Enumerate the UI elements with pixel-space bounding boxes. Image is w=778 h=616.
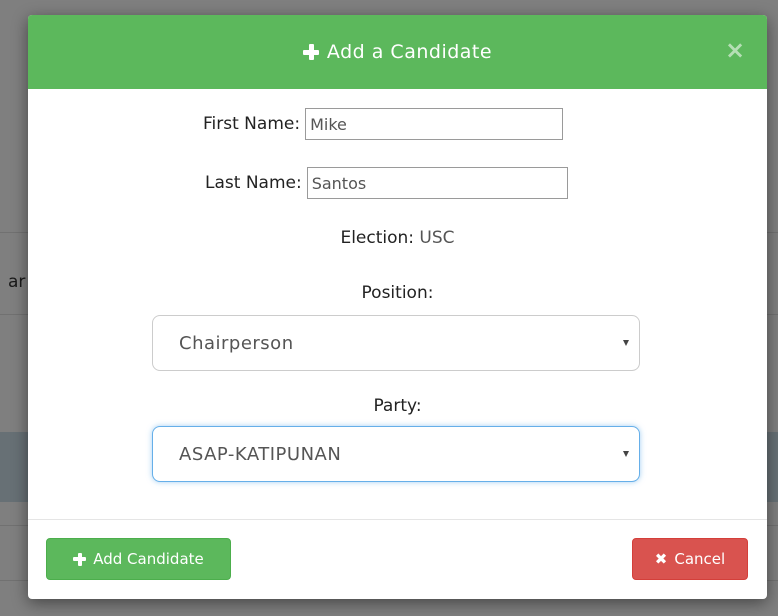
election-label: Election: bbox=[340, 228, 415, 248]
election-value: USC bbox=[419, 228, 455, 248]
party-label: Party: bbox=[373, 396, 422, 416]
last-name-input[interactable] bbox=[306, 167, 568, 199]
cancel-label: Cancel bbox=[674, 550, 726, 568]
first-name-label: First Name: bbox=[203, 114, 301, 134]
first-name-row: First Name: bbox=[203, 108, 564, 140]
plus-icon bbox=[302, 44, 319, 60]
x-icon: ✖ bbox=[654, 550, 668, 568]
position-label: Position: bbox=[361, 283, 434, 303]
modal-footer: Add Candidate ✖ Cancel bbox=[28, 519, 767, 599]
modal-title: Add a Candidate bbox=[302, 41, 493, 63]
cancel-button[interactable]: ✖ Cancel bbox=[632, 538, 748, 580]
party-select[interactable]: ASAP-KATIPUNAN bbox=[152, 426, 640, 482]
position-selected-value: Chairperson bbox=[179, 332, 294, 354]
modal-header: Add a Candidate × bbox=[28, 15, 767, 89]
position-select[interactable]: Chairperson bbox=[152, 315, 640, 371]
plus-icon bbox=[73, 552, 87, 566]
close-icon[interactable]: × bbox=[723, 38, 747, 62]
chevron-down-icon bbox=[623, 340, 629, 346]
last-name-row: Last Name: bbox=[205, 167, 568, 199]
party-selected-value: ASAP-KATIPUNAN bbox=[179, 443, 342, 465]
election-info: Election: USC bbox=[28, 228, 767, 248]
add-candidate-label: Add Candidate bbox=[93, 550, 204, 568]
first-name-input[interactable] bbox=[305, 108, 564, 140]
add-candidate-button[interactable]: Add Candidate bbox=[46, 538, 231, 580]
chevron-down-icon bbox=[623, 451, 629, 457]
last-name-label: Last Name: bbox=[205, 173, 302, 193]
modal-title-text: Add a Candidate bbox=[326, 41, 493, 63]
add-candidate-modal: Add a Candidate × First Name: Last Name:… bbox=[28, 15, 767, 599]
